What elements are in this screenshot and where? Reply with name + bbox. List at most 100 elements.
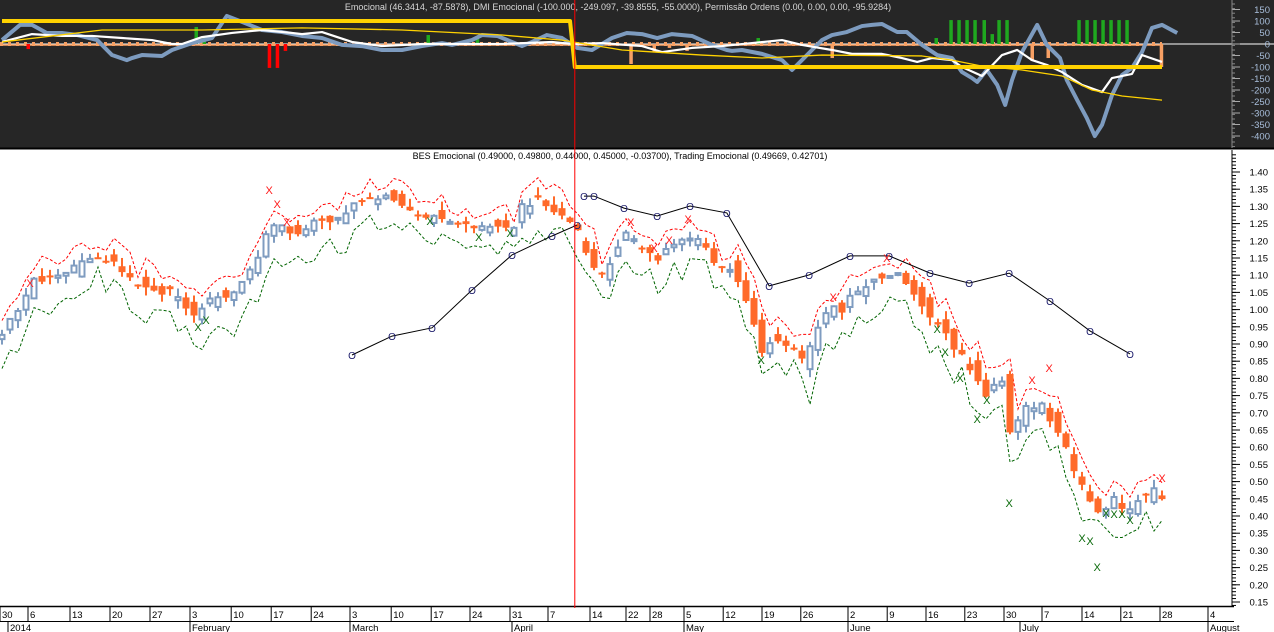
candle-body xyxy=(78,260,86,278)
candle-body xyxy=(94,257,102,260)
candle-body xyxy=(462,221,470,225)
candle-body xyxy=(550,204,558,213)
candle-body xyxy=(958,349,966,355)
sell-mark: X xyxy=(266,185,274,197)
candle-body xyxy=(846,294,854,309)
trading-marker: O xyxy=(580,192,588,203)
candle-body xyxy=(270,224,278,237)
y-tick-label: 1.20 xyxy=(1250,236,1269,247)
candle-down xyxy=(1006,370,1014,435)
day-tick-label: 19 xyxy=(764,610,775,621)
candle-body xyxy=(782,340,790,346)
y-tick-label: -200 xyxy=(1251,86,1270,97)
candle-body xyxy=(630,238,638,243)
candle-body xyxy=(910,280,918,295)
buy-mark: X xyxy=(1086,536,1094,548)
y-tick-label: -50 xyxy=(1256,51,1270,62)
green-signal-bar xyxy=(1125,20,1129,44)
candle-body xyxy=(22,294,30,311)
candle-body xyxy=(302,228,310,237)
candle-body xyxy=(334,216,342,221)
month-tick-label: July xyxy=(1022,623,1039,632)
red-signal-bar xyxy=(275,44,280,68)
sell-mark: X xyxy=(1046,363,1054,375)
candle-body xyxy=(126,273,134,278)
buy-mark: X xyxy=(202,315,210,327)
buy-mark: X xyxy=(942,347,950,359)
candle-body xyxy=(166,286,174,290)
sell-mark: X xyxy=(26,278,34,290)
y-tick-label: 0.50 xyxy=(1250,477,1269,488)
candle-down xyxy=(1062,431,1070,449)
buy-mark: X xyxy=(194,322,202,334)
day-tick-label: 12 xyxy=(725,610,736,621)
candle-body xyxy=(790,347,798,350)
candle-body xyxy=(870,278,878,283)
day-tick-label: 14 xyxy=(1084,610,1095,621)
candle-body xyxy=(54,274,62,279)
candle-body xyxy=(478,225,486,231)
candle-body xyxy=(326,215,334,223)
month-tick-label: May xyxy=(686,623,704,632)
green-signal-bar xyxy=(1101,20,1105,44)
month-tick-label: August xyxy=(1210,623,1240,632)
y-tick-label: 1.10 xyxy=(1250,271,1269,282)
green-signal-bar xyxy=(1085,20,1089,44)
candle-up xyxy=(894,272,902,277)
day-tick-label: 28 xyxy=(1162,610,1173,621)
y-tick-label: 0.30 xyxy=(1250,546,1269,557)
candle-body xyxy=(158,286,166,295)
y-tick-label: 1.05 xyxy=(1250,288,1269,299)
candle-body xyxy=(390,190,398,201)
candle-body xyxy=(366,197,374,200)
trading-marker: O xyxy=(348,351,356,362)
red-signal-bar xyxy=(267,44,272,68)
trading-marker: O xyxy=(590,192,598,203)
candle-body xyxy=(686,237,694,242)
buy-mark: X xyxy=(956,373,964,385)
red-signal-bar xyxy=(283,44,288,51)
permissao-bar xyxy=(1159,44,1164,67)
candle-body xyxy=(254,256,262,275)
day-tick-label: 17 xyxy=(273,610,284,621)
y-tick-label: 1.30 xyxy=(1250,202,1269,213)
day-tick-label: 30 xyxy=(1006,610,1017,621)
trading-chart[interactable]: 150100500-50-100-150-200-250-300-350-400… xyxy=(0,0,1274,632)
candle-up xyxy=(1038,401,1046,416)
candle-body xyxy=(750,298,758,325)
sell-mark: X xyxy=(1028,375,1036,387)
y-tick-label: 0.40 xyxy=(1250,512,1269,523)
candle-down xyxy=(390,189,398,203)
day-tick-label: 14 xyxy=(592,610,603,621)
candle-body xyxy=(622,231,630,241)
day-tick-label: 24 xyxy=(313,610,324,621)
candle-body xyxy=(678,238,686,246)
candle-body xyxy=(534,195,542,198)
time-axis: 30 6 13 20 27 3 10 17 24 3 10 17 24 31 7 14 22 28 5 12 19 26 2… xyxy=(0,605,1274,632)
buy-mark: X xyxy=(934,324,942,336)
day-tick-label: 22 xyxy=(628,610,639,621)
candle-body xyxy=(614,246,622,257)
buy-mark: X xyxy=(475,232,483,244)
candle-up xyxy=(886,274,894,279)
green-signal-bar xyxy=(1005,20,1009,44)
candle-body xyxy=(862,286,870,298)
candle-body xyxy=(694,238,702,247)
candle-body xyxy=(1062,433,1070,448)
candle-body xyxy=(1086,491,1094,502)
y-tick-label: 1.25 xyxy=(1250,219,1269,230)
candle-body xyxy=(358,200,366,203)
sell-mark: X xyxy=(684,214,692,226)
green-signal-bar xyxy=(997,20,1001,44)
candle-body xyxy=(190,301,198,316)
y-tick-label: 100 xyxy=(1254,17,1270,28)
candle-body xyxy=(518,203,526,224)
candle-body xyxy=(526,205,534,215)
trading-marker: O xyxy=(1046,297,1054,308)
y-tick-label: 0.95 xyxy=(1250,322,1269,333)
day-tick-label: 17 xyxy=(433,610,444,621)
candle-body xyxy=(926,297,934,318)
buy-mark: X xyxy=(506,228,514,240)
candle-body xyxy=(182,297,190,309)
y-tick-label: 150 xyxy=(1254,5,1270,16)
